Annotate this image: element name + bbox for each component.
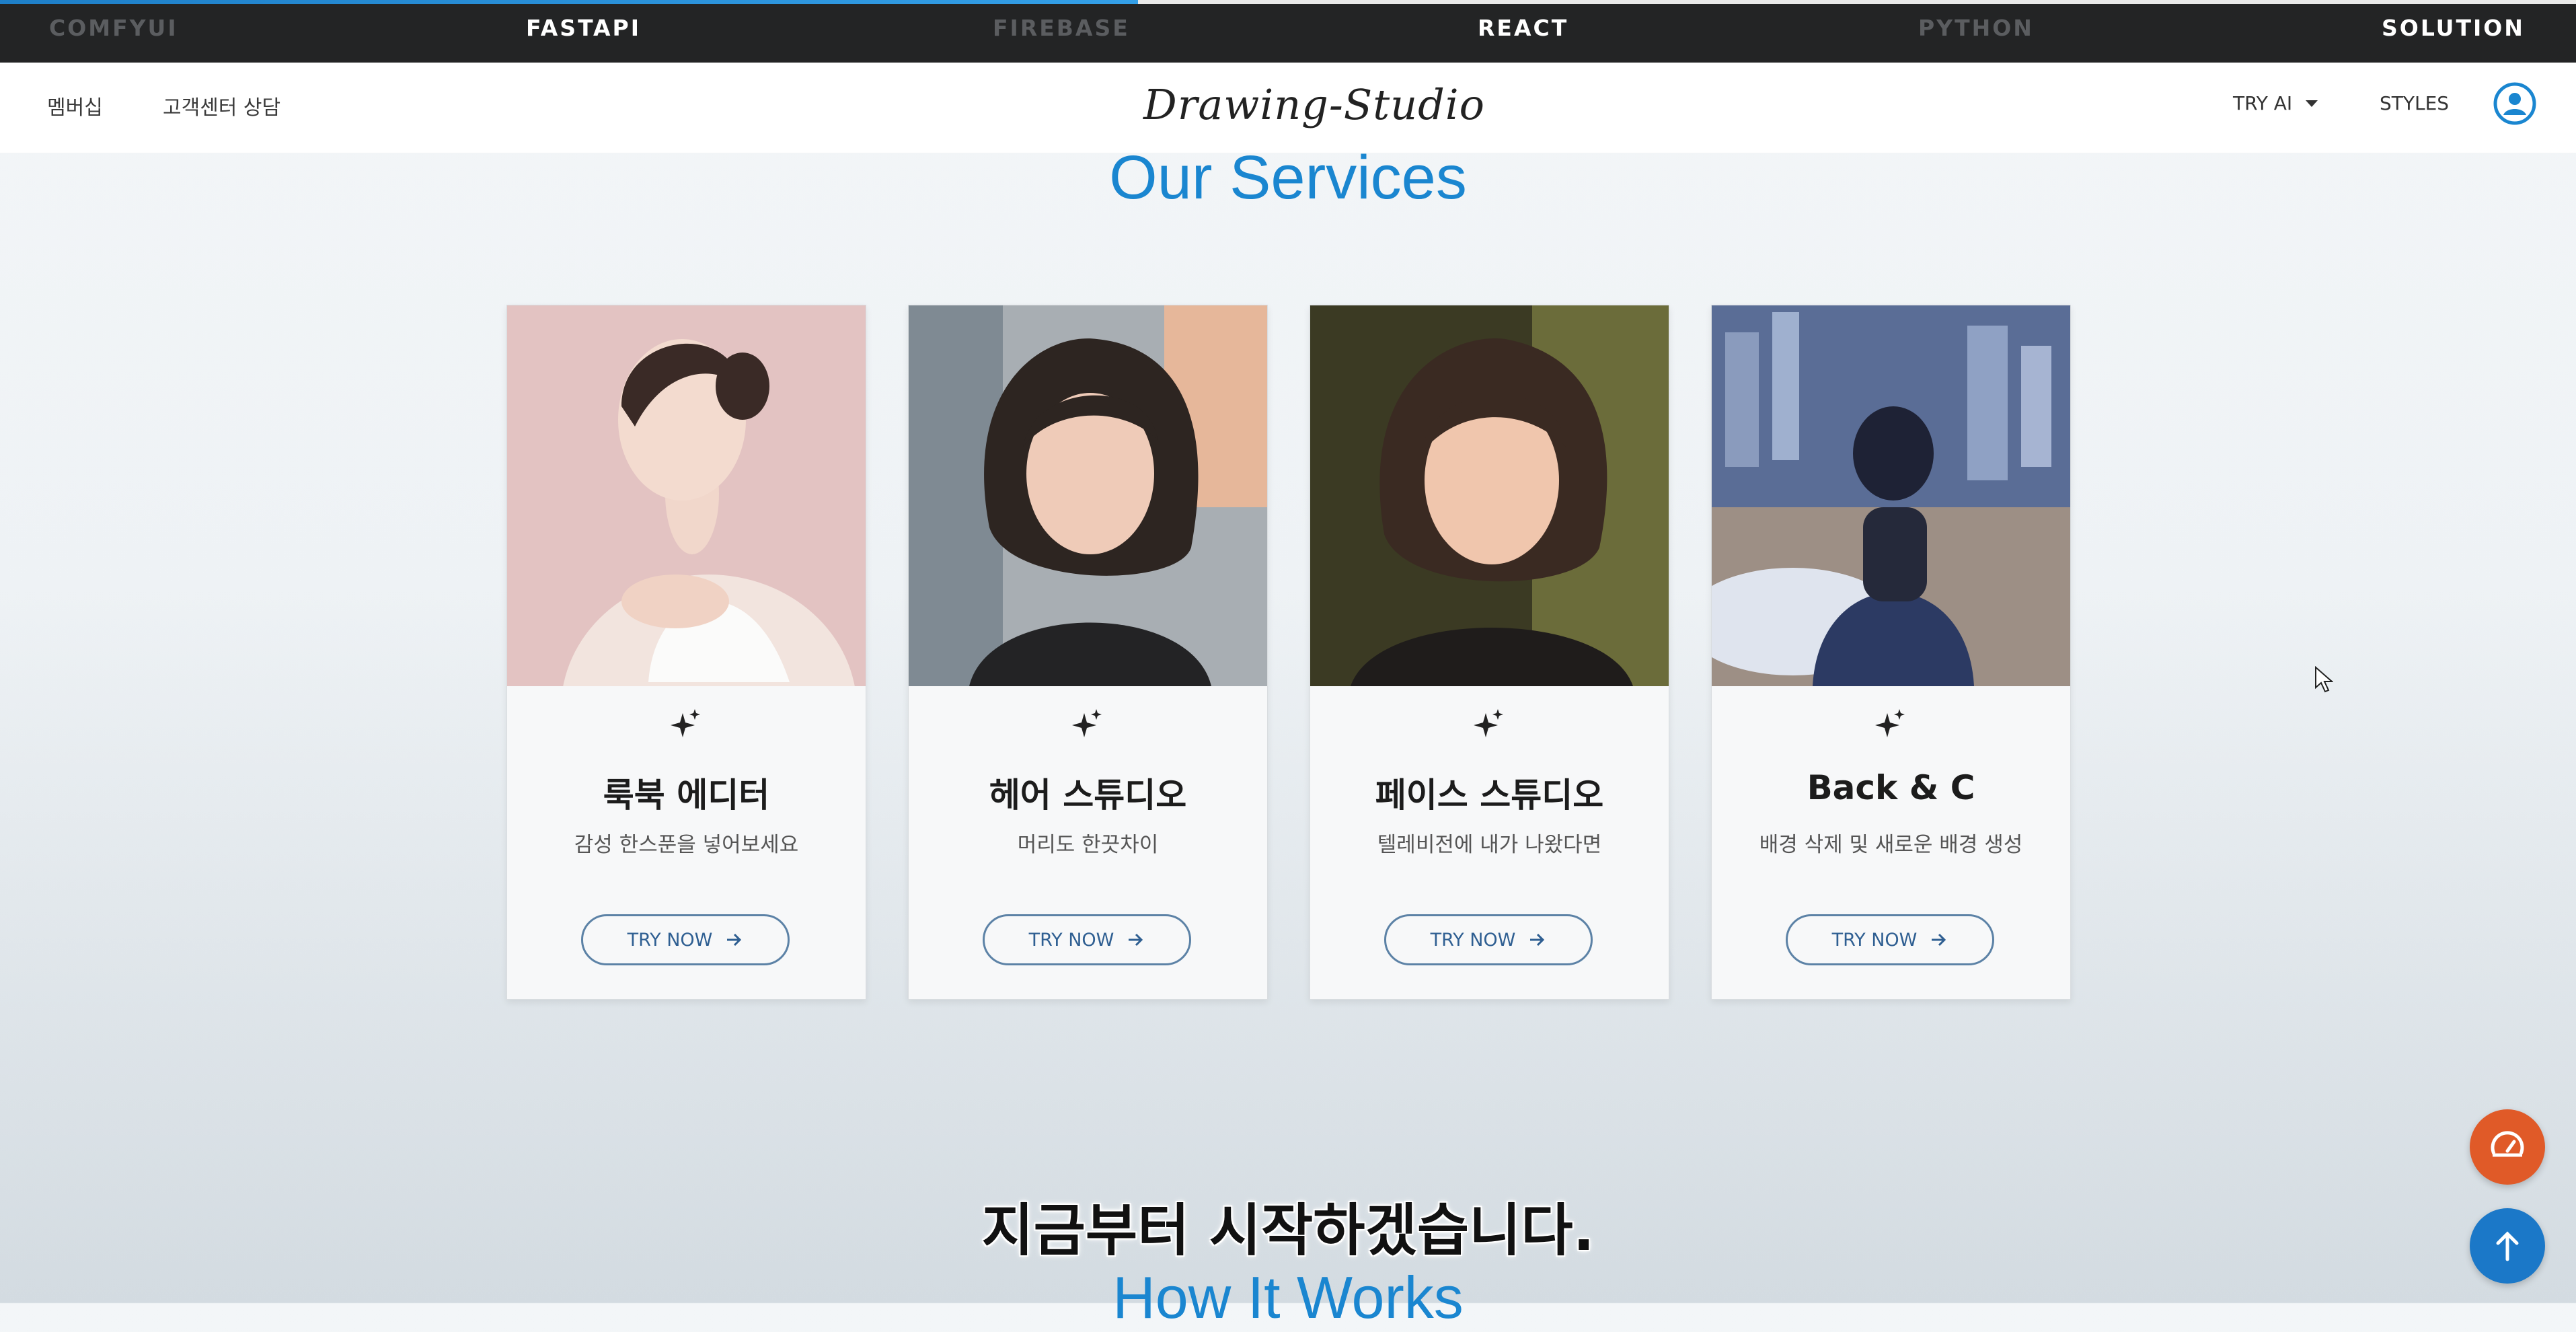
arrow-right-icon: [1530, 933, 1545, 947]
video-subtitle-caption: 지금부터 시작하겠습니다.: [981, 1197, 1595, 1263]
speed-dial-button[interactable]: [2470, 1109, 2545, 1185]
service-image-background: [1712, 305, 2070, 686]
service-card-description: 텔레비전에 내가 나왔다면: [1377, 833, 1602, 857]
service-card-title: 헤어 스튜디오: [989, 776, 1187, 815]
try-now-button[interactable]: TRY NOW: [1384, 914, 1593, 965]
try-now-button[interactable]: TRY NOW: [983, 914, 1191, 965]
site-logo[interactable]: Drawing-Studio: [1143, 80, 1485, 129]
service-image-face: [1310, 305, 1669, 686]
caret-down-icon: [2306, 100, 2318, 107]
try-now-label: TRY NOW: [1831, 929, 1918, 951]
tech-item-react: REACT: [1478, 15, 1569, 41]
try-ai-label: TRY AI: [2233, 92, 2293, 114]
speedometer-icon: [2491, 1131, 2524, 1157]
service-card-title: 룩북 에디터: [603, 776, 770, 815]
tech-item-python: PYTHON: [1918, 15, 2034, 41]
section-title-how-it-works: How It Works: [1112, 1264, 1464, 1331]
sparkle-icon: [1875, 709, 1905, 737]
try-now-label: TRY NOW: [1430, 929, 1516, 951]
service-card-title: 페이스 스튜디오: [1375, 776, 1604, 815]
nav-styles[interactable]: STYLES: [2380, 92, 2449, 114]
service-card-lookbook: 룩북 에디터 감성 한스푼을 넣어보세요 TRY NOW: [506, 305, 866, 1000]
nav-membership[interactable]: 멤버십: [47, 91, 103, 120]
sparkle-icon: [1474, 709, 1503, 737]
try-now-button[interactable]: TRY NOW: [581, 914, 790, 965]
arrow-right-icon: [1129, 933, 1143, 947]
tech-item-solution: SOLUTION: [2382, 15, 2525, 41]
try-now-button[interactable]: TRY NOW: [1786, 914, 1994, 965]
sparkle-icon: [671, 709, 700, 737]
tech-stack-bar: COMFYUI FASTAPI FIREBASE REACT PYTHON SO…: [0, 0, 2576, 63]
progress-bar-fill: [0, 0, 1138, 4]
site-header: 멤버십 고객센터 상담 Drawing-Studio TRY AI STYLES: [0, 63, 2576, 153]
arrow-right-icon: [727, 933, 742, 947]
try-now-label: TRY NOW: [627, 929, 713, 951]
tech-item-firebase: FIREBASE: [993, 15, 1130, 41]
service-card-face: 페이스 스튜디오 텔레비전에 내가 나왔다면 TRY NOW: [1310, 305, 1669, 1000]
service-card-description: 감성 한스푼을 넣어보세요: [574, 833, 799, 857]
service-card-title: Back & C: [1807, 768, 1975, 807]
progress-bar-track: [1138, 0, 2576, 4]
service-card-hair: 헤어 스튜디오 머리도 한끗차이 TRY NOW: [908, 305, 1268, 1000]
tech-item-comfyui: COMFYUI: [49, 15, 178, 41]
section-title-services: Our Services: [1109, 143, 1467, 212]
nav-customer-support[interactable]: 고객센터 상담: [163, 91, 280, 120]
service-image-lookbook: [507, 305, 866, 686]
arrow-right-icon: [1932, 933, 1946, 947]
service-card-description: 배경 삭제 및 새로운 배경 생성: [1759, 833, 2023, 857]
service-card-description: 머리도 한끗차이: [1017, 833, 1159, 857]
service-card-background: Back & C 배경 삭제 및 새로운 배경 생성 TRY NOW: [1711, 305, 2071, 1000]
mouse-cursor-icon: [2315, 666, 2333, 693]
account-circle-icon[interactable]: [2493, 81, 2537, 126]
try-now-label: TRY NOW: [1028, 929, 1114, 951]
sparkle-icon: [1072, 709, 1102, 737]
try-ai-menu[interactable]: TRY AI: [2233, 92, 2318, 114]
tech-item-fastapi: FASTAPI: [526, 15, 642, 41]
service-image-hair: [909, 305, 1267, 686]
